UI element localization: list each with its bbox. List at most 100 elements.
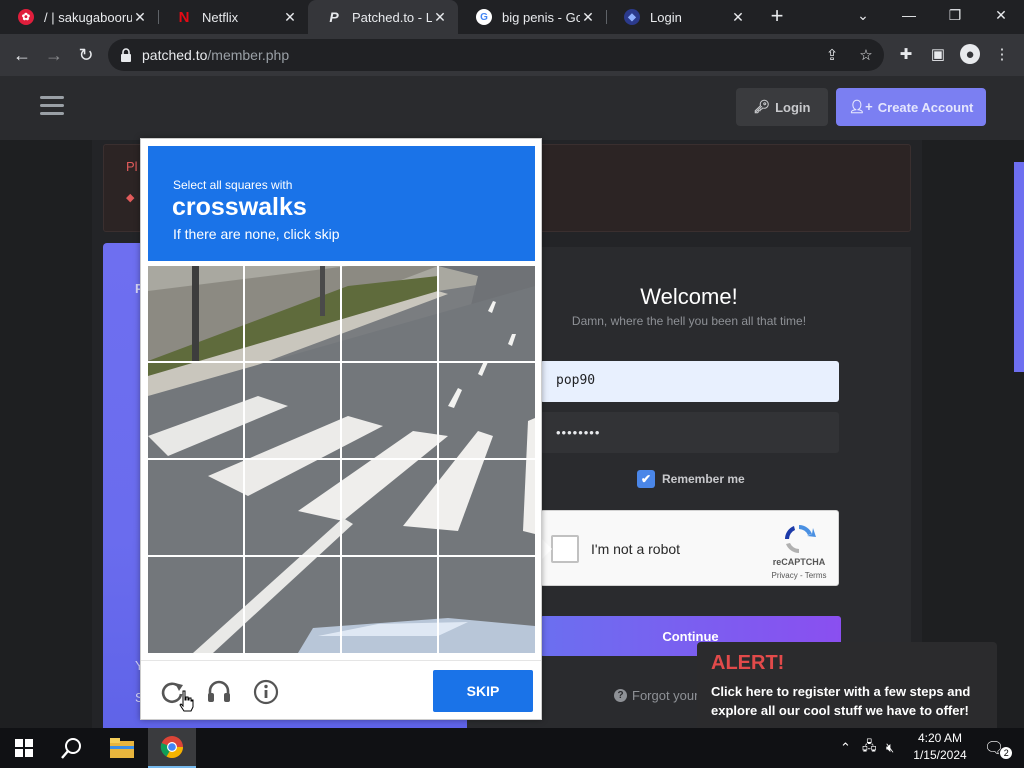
error-text: Pl [126,159,138,174]
close-window-button[interactable]: ✕ [978,0,1024,30]
captcha-tile[interactable] [148,363,245,460]
share-icon[interactable]: ⇪ [822,45,842,65]
captcha-tile[interactable] [148,266,245,363]
audio-challenge-icon[interactable] [206,679,232,705]
chrome-taskbar-icon[interactable] [148,728,196,768]
browser-toolbar: ← → ↻ patched.to/member.php ⇪ ☆ ✚ ▣ ● ⋮ [0,34,1024,76]
checkmark-icon[interactable]: ✔ [637,470,655,488]
captcha-tile[interactable] [439,460,535,557]
tab-netflix[interactable]: N Netflix ✕ [158,0,308,34]
lock-icon [121,48,131,62]
site-header: 🔑︎ Login 👤︎+ Create Account [0,76,1024,140]
captcha-tile[interactable] [148,557,245,653]
netflix-icon: N [178,8,190,26]
error-bullet-icon: ◆ [126,192,135,204]
menu-dots-icon[interactable]: ⋮ [992,44,1012,64]
captcha-tile[interactable] [439,557,535,653]
close-icon[interactable]: ✕ [282,9,298,26]
tab-search-icon[interactable]: ⌄ [840,0,886,30]
sakugabooru-icon: ✿ [18,9,34,25]
close-icon[interactable]: ✕ [432,9,448,26]
hand-cursor-icon [179,690,194,712]
login-icon: ◆ [624,9,640,25]
create-account-button[interactable]: 👤︎+ Create Account [836,88,986,126]
windows-taskbar: ⌃ 🖧︎ 🔇︎ 4:20 AM 1/15/2024 🗨︎ 2 [0,728,1024,768]
recaptcha-privacy-links[interactable]: Privacy - Terms [761,571,837,580]
challenge-pointer-caret [541,538,552,560]
welcome-heading: Welcome! [640,284,738,309]
password-input[interactable]: •••••••• [540,412,839,453]
captcha-select-text: Select all squares with [173,178,293,192]
user-plus-icon: 👤︎+ [848,99,873,114]
captcha-tile[interactable] [342,460,439,557]
side-accent [1014,162,1024,372]
captcha-footer: SKIP [141,660,541,720]
captcha-tile[interactable] [245,557,342,653]
clock-date: 1/15/2024 [913,748,967,762]
url-text: patched.to/member.php [142,47,290,63]
tab-google[interactable]: G big penis - Goo ✕ [458,0,606,34]
register-alert[interactable]: ALERT! Click here to register with a few… [697,642,997,732]
notification-center-icon[interactable]: 🗨︎ 2 [984,728,1013,768]
captcha-tile[interactable] [342,363,439,460]
tab-sakugabooru[interactable]: ✿ / | sakugabooru ✕ [0,0,158,34]
recaptcha-widget: I'm not a robot reCAPTCHA Privacy - Term… [540,510,839,586]
forgot-label: Forgot your [632,688,699,703]
side-panel-icon[interactable]: ▣ [928,44,948,64]
captcha-image-grid [148,266,535,653]
forward-arrow-icon[interactable]: → [40,41,68,69]
tab-login[interactable]: ◆ Login ✕ [606,0,756,34]
back-arrow-icon[interactable]: ← [8,41,36,69]
address-bar[interactable]: patched.to/member.php ⇪ ☆ [108,39,884,71]
remember-me[interactable]: ✔ Remember me [637,470,745,488]
captcha-tile[interactable] [245,460,342,557]
forgot-password-link[interactable]: ? Forgot your [614,688,698,703]
new-tab-button[interactable]: + [766,5,788,27]
username-input[interactable]: pop90 [540,361,839,402]
close-icon[interactable]: ✕ [730,9,746,26]
file-explorer-icon[interactable] [98,728,146,768]
bookmark-star-icon[interactable]: ☆ [856,45,876,65]
captcha-tile[interactable] [439,266,535,363]
question-icon: ? [614,689,627,702]
search-icon[interactable] [48,728,96,768]
welcome-subtitle: Damn, where the hell you been all that t… [571,314,807,328]
captcha-target-word: crosswalks [172,193,307,221]
captcha-tile[interactable] [245,363,342,460]
tab-title: / | sakugabooru [44,9,132,25]
minimize-button[interactable]: — [886,0,932,30]
captcha-tile[interactable] [342,557,439,653]
windows-start-icon[interactable] [0,728,48,768]
notification-count: 2 [1000,747,1013,759]
profile-avatar-icon[interactable]: ● [960,44,980,64]
show-hidden-icons-icon[interactable]: ⌃ [840,728,851,768]
system-clock[interactable]: 4:20 AM 1/15/2024 [908,730,972,764]
close-icon[interactable]: ✕ [132,9,148,26]
extensions-icon[interactable]: ✚ [896,44,916,64]
login-button[interactable]: 🔑︎ Login [736,88,828,126]
captcha-tile[interactable] [245,266,342,363]
info-icon[interactable] [253,679,279,705]
patched-icon: P [329,9,339,25]
remember-label: Remember me [662,472,745,486]
reload-icon[interactable]: ↻ [72,41,100,69]
captcha-tile[interactable] [148,460,245,557]
skip-button[interactable]: SKIP [433,670,533,712]
recaptcha-brand: reCAPTCHA [772,557,826,567]
captcha-tile[interactable] [439,363,535,460]
captcha-tile[interactable] [342,266,439,363]
recaptcha-logo-icon [785,525,816,553]
tab-title: Login [650,9,682,25]
network-icon[interactable]: 🖧︎ [862,728,877,768]
volume-muted-icon[interactable]: 🔇︎ [886,728,894,768]
tab-patched[interactable]: P Patched.to - Lo ✕ [308,0,458,34]
login-label: Login [775,99,811,115]
hamburger-menu-icon[interactable] [40,96,64,116]
captcha-challenge-dialog: Select all squares with crosswalks If th… [140,138,542,720]
recaptcha-checkbox[interactable] [551,535,579,563]
captcha-hint: If there are none, click skip [173,226,340,242]
google-icon: G [476,9,492,25]
close-icon[interactable]: ✕ [580,9,596,26]
clock-time: 4:20 AM [917,731,963,745]
restore-button[interactable]: ❐ [932,0,978,30]
